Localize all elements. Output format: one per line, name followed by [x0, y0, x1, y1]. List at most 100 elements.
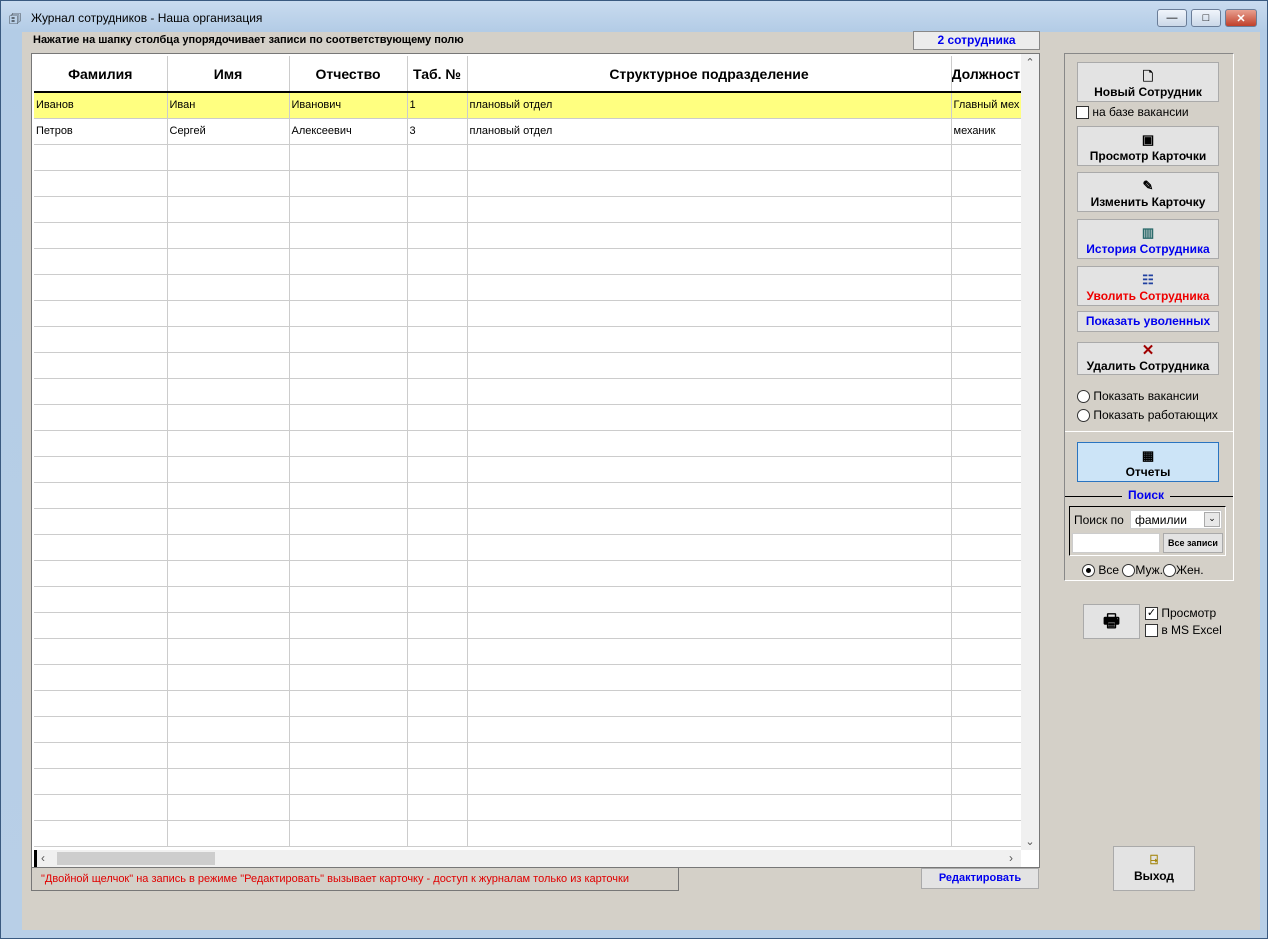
table-cell[interactable]: Главный мех	[951, 92, 1022, 119]
table-row[interactable]: Петров Сергей Алексеевич 3 плановый отдел мех…	[34, 118, 1022, 145]
table-cell[interactable]	[951, 144, 1022, 171]
search-input[interactable]	[1072, 533, 1160, 553]
table-cell[interactable]	[951, 274, 1022, 301]
print-button[interactable]: 🖶	[1083, 604, 1140, 639]
table-cell[interactable]: 3	[407, 118, 468, 145]
table-cell[interactable]	[467, 742, 952, 769]
show-dismissed-button[interactable]: Показать уволенных	[1077, 311, 1219, 332]
table-cell[interactable]	[467, 144, 952, 171]
table-row[interactable]	[34, 560, 1022, 587]
table-cell[interactable]	[951, 534, 1022, 561]
table-cell[interactable]	[289, 378, 408, 405]
table-cell[interactable]	[167, 456, 290, 483]
table-cell[interactable]	[407, 378, 468, 405]
table-row[interactable]	[34, 586, 1022, 613]
table-cell[interactable]	[289, 300, 408, 327]
table-cell[interactable]	[467, 404, 952, 431]
table-cell[interactable]	[407, 170, 468, 197]
table-cell[interactable]	[407, 508, 468, 535]
table-cell[interactable]	[467, 378, 952, 405]
table-row[interactable]	[34, 326, 1022, 353]
excel-checkbox[interactable]: в MS Excel	[1145, 623, 1222, 638]
table-cell[interactable]	[407, 222, 468, 249]
table-cell[interactable]	[407, 820, 468, 847]
table-cell[interactable]	[467, 612, 952, 639]
table-cell[interactable]	[951, 456, 1022, 483]
table-cell[interactable]	[407, 638, 468, 665]
table-cell[interactable]	[407, 326, 468, 353]
table-cell[interactable]	[34, 820, 168, 847]
table-cell[interactable]	[289, 794, 408, 821]
table-cell[interactable]	[467, 248, 952, 275]
table-cell[interactable]	[951, 716, 1022, 743]
table-cell[interactable]	[407, 794, 468, 821]
table-cell[interactable]	[167, 274, 290, 301]
checkbox-box[interactable]	[1145, 624, 1158, 638]
table-cell[interactable]	[467, 586, 952, 613]
maximize-button[interactable]: □	[1191, 9, 1221, 27]
table-cell[interactable]	[467, 482, 952, 509]
table-row[interactable]	[34, 430, 1022, 457]
gender-male-radio[interactable]: Муж.	[1122, 563, 1163, 578]
table-row[interactable]	[34, 768, 1022, 795]
table-cell[interactable]	[467, 508, 952, 535]
delete-employee-button[interactable]: ✕ Удалить Сотрудника	[1077, 342, 1219, 375]
table-cell[interactable]	[289, 196, 408, 223]
table-cell[interactable]	[34, 638, 168, 665]
table-cell[interactable]	[951, 638, 1022, 665]
scroll-down-icon[interactable]: ⌄	[1021, 835, 1039, 848]
table-cell[interactable]	[467, 222, 952, 249]
table-cell[interactable]	[467, 716, 952, 743]
table-cell[interactable]	[289, 612, 408, 639]
table-cell[interactable]	[167, 768, 290, 795]
table-cell[interactable]	[951, 820, 1022, 847]
new-employee-button[interactable]: 🗋 Новый Сотрудник	[1077, 62, 1219, 102]
table-cell[interactable]: механик	[951, 118, 1022, 145]
minimize-button[interactable]: —	[1157, 9, 1187, 27]
table-cell[interactable]	[289, 690, 408, 717]
checkbox-box[interactable]: ✓	[1145, 607, 1158, 621]
scroll-right-icon[interactable]: ›	[1009, 851, 1013, 865]
table-cell[interactable]	[167, 534, 290, 561]
from-vacancy-checkbox[interactable]: на базе вакансии	[1076, 105, 1189, 120]
vertical-scrollbar[interactable]: ⌃ ⌄	[1021, 54, 1039, 850]
table-cell[interactable]	[289, 716, 408, 743]
table-cell[interactable]	[167, 170, 290, 197]
table-cell[interactable]	[34, 612, 168, 639]
table-cell[interactable]	[407, 664, 468, 691]
table-cell[interactable]	[951, 326, 1022, 353]
table-cell[interactable]	[467, 274, 952, 301]
table-cell[interactable]	[289, 326, 408, 353]
table-cell[interactable]	[34, 456, 168, 483]
table-cell[interactable]	[289, 430, 408, 457]
table-cell[interactable]	[467, 820, 952, 847]
radio[interactable]	[1122, 564, 1136, 578]
table-cell[interactable]	[34, 196, 168, 223]
column-header[interactable]: Отчество	[289, 56, 408, 93]
table-cell[interactable]	[407, 482, 468, 509]
table-cell[interactable]	[407, 560, 468, 587]
table-cell[interactable]	[289, 456, 408, 483]
table-cell[interactable]	[951, 690, 1022, 717]
table-cell[interactable]: плановый отдел	[467, 118, 952, 145]
table-cell[interactable]	[951, 768, 1022, 795]
table-cell[interactable]	[289, 638, 408, 665]
table-cell[interactable]	[951, 742, 1022, 769]
table-cell[interactable]	[951, 248, 1022, 275]
table-row[interactable]	[34, 404, 1022, 431]
scroll-left-icon[interactable]: ‹	[41, 851, 45, 865]
table-cell[interactable]	[407, 196, 468, 223]
scroll-up-icon[interactable]: ⌃	[1021, 56, 1039, 69]
table-cell[interactable]	[467, 430, 952, 457]
table-cell[interactable]: 1	[407, 92, 468, 119]
table-cell[interactable]	[407, 404, 468, 431]
scroll-thumb[interactable]	[57, 852, 215, 865]
table-cell[interactable]	[289, 170, 408, 197]
table-row[interactable]	[34, 612, 1022, 639]
table-row[interactable]	[34, 170, 1022, 197]
table-cell[interactable]	[167, 794, 290, 821]
table-cell[interactable]	[34, 586, 168, 613]
radio[interactable]	[1077, 409, 1090, 423]
table-cell[interactable]	[467, 196, 952, 223]
table-cell[interactable]	[951, 300, 1022, 327]
